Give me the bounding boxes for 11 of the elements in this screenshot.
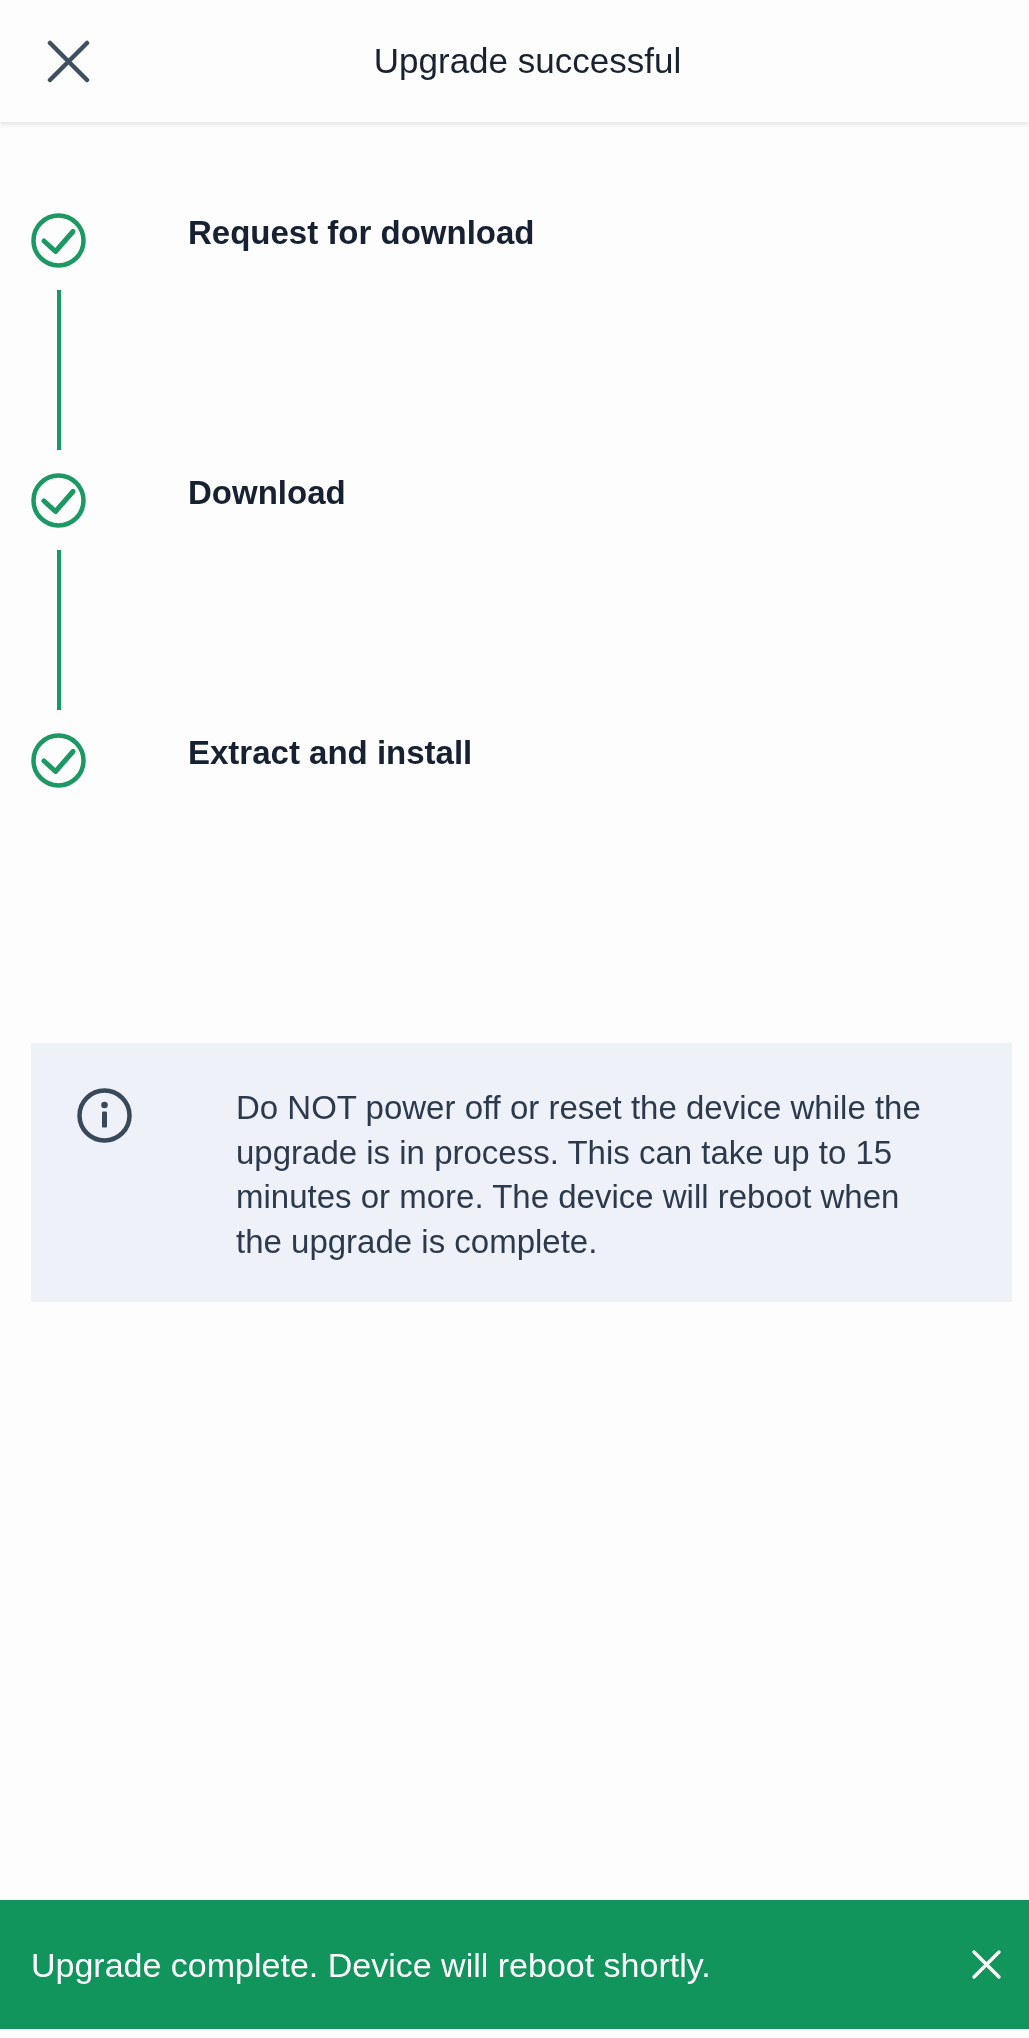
toast-message: Upgrade complete. Device will reboot shortly. — [31, 1944, 712, 1985]
toast-close-button[interactable] — [972, 1950, 1001, 1979]
close-icon — [47, 40, 90, 83]
close-icon — [972, 1950, 1001, 1979]
page-title: Upgrade successful — [373, 40, 682, 82]
step-label: Request for download — [188, 213, 535, 253]
notice-text: Do NOT power off or reset the device while the upgrade is in process. This can take up to 15 minutes or more. The device will reboot when the upgrade is complete. — [236, 1088, 922, 1262]
step-label: Extract and install — [188, 733, 473, 773]
close-button[interactable] — [47, 40, 90, 83]
info-icon — [77, 1088, 132, 1143]
step-label: Download — [188, 473, 346, 513]
